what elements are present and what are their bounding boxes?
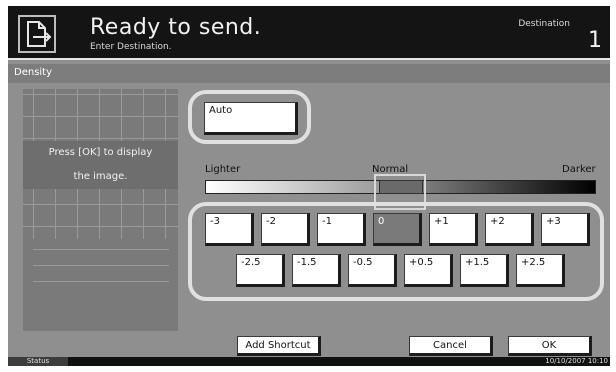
density-step-button[interactable]: +1.5 [460,254,509,287]
auto-button[interactable]: Auto [204,102,298,135]
tab-label: Density [14,67,53,78]
scale-lighter-label: Lighter [205,164,241,175]
density-step-label: 0 [378,216,385,227]
density-step-button[interactable]: 0 [373,213,422,246]
density-step-button[interactable]: +1 [429,213,478,246]
preview-divider [33,265,169,266]
preview-message-line2: the image. [73,171,128,182]
preview-message: Press [OK] to display the image. [23,141,178,189]
density-step-button[interactable]: +3 [541,213,590,246]
preview-message-line1: Press [OK] to display [48,147,153,158]
density-step-button[interactable]: -0.5 [348,254,397,287]
density-step-label: -0.5 [353,257,373,268]
preview-panel: Press [OK] to display the image. [23,89,178,331]
page-title: Ready to send. [90,15,262,40]
density-step-button[interactable]: +2.5 [516,254,565,287]
ok-button[interactable]: OK [508,336,592,356]
ok-label: OK [541,340,557,351]
page-subtitle: Enter Destination. [90,42,172,52]
density-step-label: +1 [434,216,449,227]
tab-density: Density [8,64,610,83]
density-step-button[interactable]: -1.5 [292,254,341,287]
density-step-button[interactable]: -3 [205,213,254,246]
density-step-label: +1.5 [465,257,490,268]
density-step-button[interactable]: -2 [261,213,310,246]
density-step-button[interactable]: +2 [485,213,534,246]
cancel-button[interactable]: Cancel [409,336,493,356]
send-document-icon [18,15,56,53]
header: Ready to send. Enter Destination. Destin… [8,6,610,60]
status-button[interactable]: Status [8,357,68,366]
density-step-label: +0.5 [409,257,434,268]
density-step-button[interactable]: -2.5 [236,254,285,287]
add-shortcut-label: Add Shortcut [245,340,311,351]
density-step-button[interactable]: +0.5 [404,254,453,287]
density-step-label: -1 [322,216,332,227]
add-shortcut-button[interactable]: Add Shortcut [237,336,321,356]
destination-count: 1 [588,28,602,53]
preview-divider [33,281,169,282]
status-datetime: 10/10/2007 10:10 [545,357,608,365]
preview-divider [33,249,169,250]
panel-screen: Ready to send. Enter Destination. Destin… [8,6,610,366]
density-step-label: -2 [266,216,276,227]
density-step-label: +2.5 [521,257,546,268]
density-step-label: +3 [546,216,561,227]
density-step-label: +2 [490,216,505,227]
density-step-label: -2.5 [241,257,261,268]
cancel-label: Cancel [433,340,467,351]
density-step-label: -1.5 [297,257,317,268]
destination-label: Destination [518,19,570,29]
scale-darker-label: Darker [562,164,596,175]
density-step-button[interactable]: -1 [317,213,366,246]
density-step-label: -3 [210,216,220,227]
auto-button-label: Auto [209,105,233,116]
status-bar: Status 10/10/2007 10:10 [8,357,610,366]
